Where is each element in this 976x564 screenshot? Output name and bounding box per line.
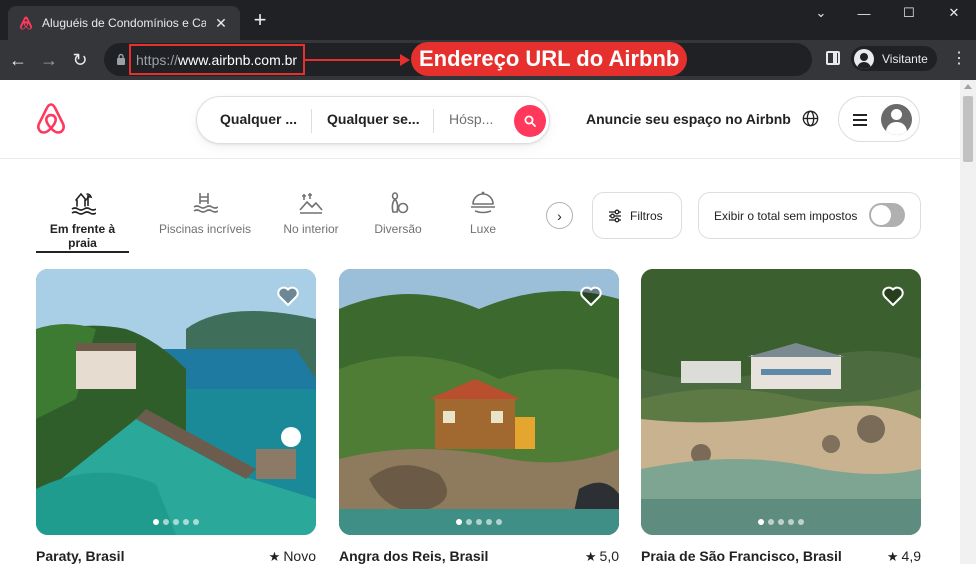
category-next-button[interactable]: › (546, 202, 573, 229)
category-fun[interactable]: Diversão (368, 190, 428, 256)
browser-menu-icon[interactable]: ⋮ (951, 51, 967, 67)
listing-photo-image (641, 269, 921, 535)
luxe-icon (471, 191, 495, 214)
search-bar[interactable]: Qualquer ... Qualquer se... Hósp... (196, 96, 550, 144)
category-countryside[interactable]: No interior (278, 190, 344, 256)
star-icon: ★ (268, 549, 281, 564)
lock-icon (117, 53, 125, 65)
tax-toggle-label: Exibir o total sem impostos (714, 208, 858, 223)
annotation-label: Endereço URL do Airbnb (411, 42, 688, 76)
search-button[interactable] (514, 105, 546, 137)
tab-title: Aluguéis de Condomínios e Casas (42, 16, 206, 30)
photo-carousel-dots (339, 519, 619, 525)
scrollbar-thumb[interactable] (963, 96, 973, 162)
countryside-icon (299, 193, 323, 214)
tax-toggle-row: Exibir o total sem impostos (698, 192, 921, 239)
category-label: Diversão (374, 222, 422, 236)
forward-arrow-icon[interactable]: → (37, 48, 61, 72)
star-icon: ★ (886, 549, 899, 564)
airbnb-favicon-icon (18, 15, 34, 31)
airbnb-page: Qualquer ... Qualquer se... Hósp... Anun… (0, 80, 960, 564)
page-scrollbar[interactable] (960, 80, 976, 564)
annotation-arrow (400, 54, 410, 66)
heart-icon[interactable] (276, 285, 300, 307)
category-luxe[interactable]: Luxe (458, 190, 508, 256)
search-guests[interactable]: Hósp... (449, 111, 505, 127)
bowling-icon (391, 192, 409, 214)
side-panel-icon[interactable] (826, 51, 840, 65)
listing-photo[interactable] (339, 269, 619, 535)
host-link[interactable]: Anuncie seu espaço no Airbnb (586, 111, 791, 127)
airbnb-logo-icon[interactable] (35, 102, 67, 136)
listing-title: Paraty, Brasil (36, 548, 125, 564)
listing-title: Angra dos Reis, Brasil (339, 548, 489, 564)
reload-icon[interactable]: ↻ (68, 48, 92, 72)
profile-name: Visitante (882, 51, 928, 66)
filters-label: Filtros (630, 208, 663, 223)
listing-rating: ★ Novo (268, 548, 316, 564)
star-icon: ★ (584, 549, 597, 564)
tax-toggle-switch[interactable] (869, 203, 905, 227)
filters-button[interactable]: Filtros (592, 192, 682, 239)
user-menu-button[interactable] (838, 96, 920, 142)
maximize-button[interactable]: ☐ (888, 0, 930, 26)
search-when[interactable]: Qualquer se... (327, 111, 423, 127)
browser-tab[interactable]: Aluguéis de Condomínios e Casas ✕ (8, 6, 240, 40)
active-category-underline (36, 251, 129, 253)
listing-card[interactable]: Angra dos Reis, Brasil ★ 5,0 (339, 269, 619, 564)
category-beachfront[interactable]: Em frente à praia (36, 190, 129, 256)
url-host: www.airbnb.com.br (178, 51, 298, 68)
close-window-button[interactable]: ✕ (933, 0, 975, 26)
listing-rating: ★ 5,0 (584, 548, 619, 564)
search-icon (524, 115, 536, 127)
close-tab-icon[interactable]: ✕ (212, 15, 230, 32)
search-divider (311, 109, 312, 133)
site-header: Qualquer ... Qualquer se... Hósp... Anun… (0, 80, 960, 159)
tab-search-chevron-icon[interactable]: ⌄ (800, 0, 842, 26)
category-pools[interactable]: Piscinas incríveis (157, 190, 253, 256)
search-divider (433, 109, 434, 133)
scroll-up-arrow-icon[interactable] (964, 84, 972, 89)
listing-photo[interactable] (641, 269, 921, 535)
tab-strip: Aluguéis de Condomínios e Casas ✕ + ⌄ — … (0, 0, 976, 40)
minimize-button[interactable]: — (843, 0, 885, 26)
category-label: Piscinas incríveis (158, 222, 252, 236)
category-label: Luxe (469, 222, 497, 236)
filters-icon (609, 209, 621, 222)
heart-icon[interactable] (881, 285, 905, 307)
photo-carousel-dots (36, 519, 316, 525)
new-tab-button[interactable]: + (249, 9, 271, 31)
listing-photo-image (339, 269, 619, 535)
hamburger-icon (853, 114, 867, 126)
photo-carousel-dots (641, 519, 921, 525)
chevron-right-icon: › (557, 207, 562, 224)
listing-card[interactable]: Paraty, Brasil ★ Novo (36, 269, 316, 564)
category-label: Em frente à praia (49, 222, 116, 250)
user-avatar-icon (881, 104, 912, 135)
category-label: No interior (283, 222, 339, 236)
beachfront-icon (71, 192, 96, 215)
heart-icon[interactable] (579, 285, 603, 307)
url-highlight-box[interactable]: https://www.airbnb.com.br (129, 44, 305, 75)
profile-avatar-icon (854, 48, 874, 69)
search-where[interactable]: Qualquer ... (220, 111, 302, 127)
url-scheme: https:// (136, 51, 179, 68)
listing-title: Praia de São Francisco, Brasil (641, 548, 842, 564)
globe-icon[interactable] (802, 110, 819, 127)
annotation-line (305, 59, 405, 61)
listing-card[interactable]: Praia de São Francisco, Brasil ★ 4,9 (641, 269, 921, 564)
listing-rating: ★ 4,9 (886, 548, 921, 564)
back-arrow-icon[interactable]: ← (6, 48, 30, 72)
listing-photo[interactable] (36, 269, 316, 535)
browser-window: Aluguéis de Condomínios e Casas ✕ + ⌄ — … (0, 0, 976, 564)
listing-photo-image (36, 269, 316, 535)
pool-icon (193, 193, 218, 213)
profile-button[interactable]: Visitante (851, 46, 937, 71)
